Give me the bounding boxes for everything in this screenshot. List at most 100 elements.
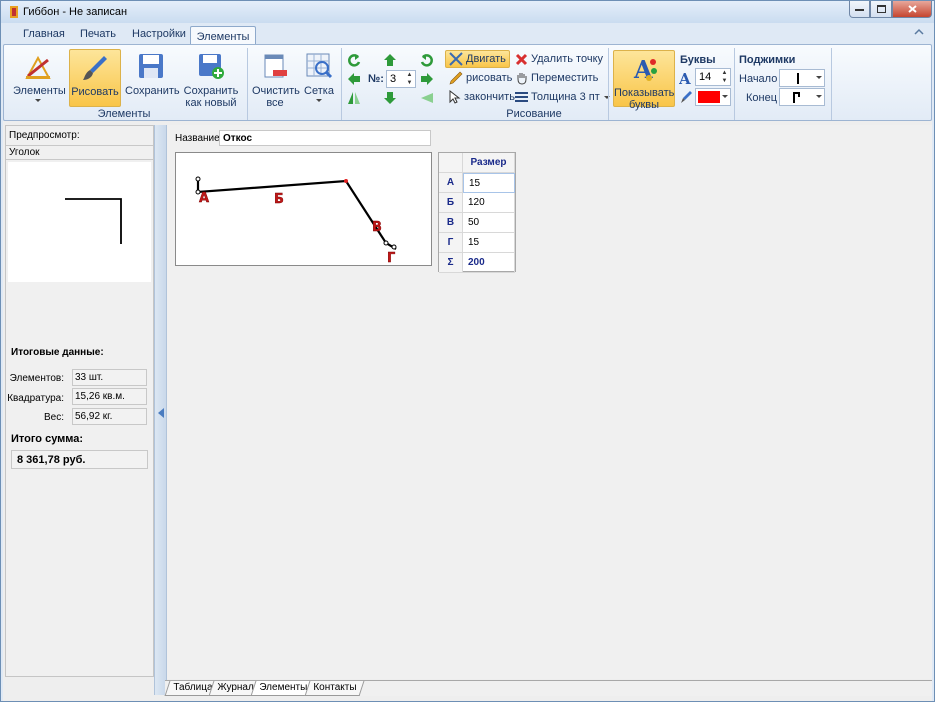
- shift-button[interactable]: Переместить: [515, 69, 598, 87]
- font-size-spinner[interactable]: 14 ▲ ▼: [695, 68, 731, 86]
- tab-print[interactable]: Печать: [80, 28, 116, 40]
- elements-count-value: 33 шт.: [72, 369, 147, 386]
- grid-magnifier-icon: [306, 53, 333, 79]
- rotate-ccw-icon[interactable]: [346, 52, 362, 68]
- arrow-down-icon[interactable]: [382, 90, 398, 106]
- draw-mode-button[interactable]: рисовать: [449, 69, 512, 87]
- tab-contacts[interactable]: Контакты: [304, 681, 365, 696]
- clear-all-line2: все: [266, 97, 284, 109]
- show-letters-label: Показывать буквы: [614, 87, 674, 111]
- preview-label: Предпросмотр:: [9, 130, 80, 141]
- spin-arrows-icon[interactable]: ▲ ▼: [719, 69, 730, 85]
- tab-settings[interactable]: Настройки: [132, 28, 186, 40]
- table-cell-value[interactable]: 120: [463, 193, 515, 213]
- table-row-key: А: [439, 173, 463, 193]
- letter-color-picker[interactable]: [695, 88, 731, 106]
- tab-elements-label: Элементы: [196, 30, 250, 43]
- arrow-left-icon[interactable]: [346, 71, 362, 87]
- area-value: 15,26 кв.м.: [72, 388, 147, 405]
- dropdown-arrow-icon: [35, 99, 41, 102]
- maximize-icon: [876, 5, 886, 13]
- profile-point[interactable]: [195, 176, 201, 182]
- minimize-icon: [855, 9, 864, 11]
- clear-all-button[interactable]: Очистить все: [252, 49, 300, 109]
- segment-letter: Г: [387, 251, 395, 265]
- table-corner-cell: [439, 153, 463, 173]
- save-button[interactable]: Сохранить: [125, 49, 180, 107]
- shift-label: Переместить: [531, 72, 599, 84]
- drawing-group-label: Рисование: [506, 108, 562, 120]
- profile-point[interactable]: [383, 240, 389, 246]
- thickness-dropdown[interactable]: Толщина 3 пт: [515, 88, 610, 106]
- clamp-end-select[interactable]: [779, 88, 825, 106]
- mirror-left-icon[interactable]: [419, 90, 435, 106]
- save-as-new-line1: Сохранить: [183, 85, 239, 97]
- workspace: Предпросмотр: Уголок Итоговые данные: Эл…: [3, 121, 932, 701]
- mirror-icon[interactable]: [346, 90, 362, 106]
- drawing-canvas[interactable]: А Б В Г: [175, 152, 432, 266]
- profile-point[interactable]: [344, 179, 348, 183]
- clear-all-label: Очистить все: [252, 85, 300, 109]
- grid-button-label: Сетка: [304, 85, 334, 97]
- point-number-label: №:: [368, 73, 384, 85]
- elements-count-label: Элементов:: [9, 373, 64, 384]
- point-number-spinner[interactable]: 3 ▲ ▼: [386, 70, 416, 88]
- show-letters-button[interactable]: A Показывать буквы: [613, 50, 675, 111]
- arrow-right-icon[interactable]: [419, 71, 435, 87]
- group-separator: [341, 48, 342, 120]
- window-title: Гиббон - Не записан: [23, 6, 128, 18]
- dropdown-arrow-icon: [316, 99, 322, 102]
- group-separator: [608, 48, 609, 120]
- arrow-up-icon[interactable]: [382, 52, 398, 68]
- left-panel: Предпросмотр: Уголок Итоговые данные: Эл…: [5, 125, 154, 677]
- elements-menu-button[interactable]: Элементы: [13, 49, 66, 107]
- corner-profile-preview: [65, 198, 122, 244]
- table-row-key: Б: [439, 193, 463, 213]
- panel-splitter[interactable]: [154, 125, 167, 695]
- rotate-cw-icon[interactable]: [419, 52, 435, 68]
- close-button[interactable]: [892, 1, 932, 18]
- minimize-button[interactable]: [849, 1, 870, 18]
- table-cell-value[interactable]: 50: [463, 213, 515, 233]
- pencil-icon: [449, 71, 463, 85]
- table-cell-value[interactable]: 15: [463, 173, 515, 193]
- weight-label: Вес:: [43, 412, 64, 423]
- tab-table-label: Таблица: [173, 682, 213, 693]
- table-cell-value[interactable]: 15: [463, 233, 515, 253]
- clamp-end-label: Конец: [746, 92, 778, 104]
- size-table: Размер А 15 Б 120 В 50 Г 15 Σ 200: [438, 152, 516, 273]
- size-column-header[interactable]: Размер: [463, 153, 515, 173]
- ribbon-tabs: Главная Печать Настройки Элементы: [1, 23, 934, 46]
- point-number-value: 3: [390, 73, 397, 85]
- draw-button-label: Рисовать: [71, 86, 119, 98]
- save-as-new-button[interactable]: Сохранить как новый: [182, 49, 240, 109]
- font-size-value: 14: [699, 71, 712, 83]
- clamps-title: Поджимки: [739, 54, 796, 66]
- delete-x-icon: [515, 53, 528, 65]
- sum-title: Итого сумма:: [11, 433, 84, 445]
- ribbon-collapse-icon[interactable]: [914, 28, 924, 36]
- element-name-input[interactable]: Откос: [219, 130, 431, 146]
- clamp-start-select[interactable]: [779, 69, 825, 87]
- clamp-straight-icon: [797, 73, 799, 84]
- spin-arrows-icon[interactable]: ▲ ▼: [404, 71, 415, 87]
- draw-button[interactable]: Рисовать: [69, 49, 121, 107]
- line-thickness-icon: [515, 92, 528, 102]
- totals-title: Итоговые данные:: [11, 347, 104, 358]
- table-row-key: Г: [439, 233, 463, 253]
- delete-point-button[interactable]: Удалить точку: [515, 50, 603, 68]
- finish-button[interactable]: закончить: [449, 88, 515, 106]
- tab-elements[interactable]: Элементы: [190, 26, 256, 46]
- dropdown-arrow-icon: [816, 95, 822, 98]
- move-icon: [449, 52, 463, 66]
- tab-home[interactable]: Главная: [23, 28, 65, 40]
- profile-point[interactable]: [391, 244, 397, 250]
- grid-button[interactable]: Сетка: [301, 49, 337, 107]
- font-size-icon: A: [679, 71, 691, 85]
- move-mode-button[interactable]: Двигать: [445, 50, 510, 68]
- title-bar: Гиббон - Не записан: [1, 1, 934, 23]
- color-swatch: [698, 91, 720, 103]
- collapse-left-icon[interactable]: [158, 408, 164, 418]
- save-as-new-line2: как новый: [185, 97, 237, 109]
- maximize-button[interactable]: [870, 1, 892, 18]
